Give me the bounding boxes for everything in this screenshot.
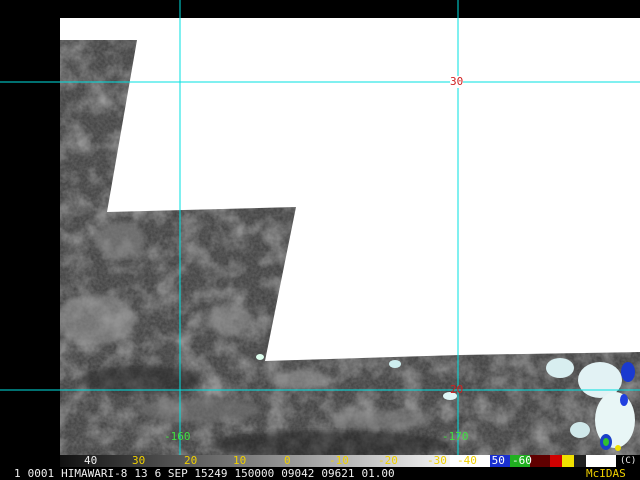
colorbar-label: 30 — [132, 454, 146, 467]
image-date: 6 SEP 15249 — [154, 467, 228, 480]
image-number: 09042 — [281, 467, 315, 480]
frame-number: 1 — [14, 467, 21, 480]
copyright-mark: (C) — [620, 456, 637, 466]
colorbar-label: -30 — [427, 454, 447, 467]
colorbar-label: -50 — [485, 454, 505, 467]
image-annotation-line: 1 0001 HIMAWARI-8 13 6 SEP 15249 150000 09042 0… — [14, 467, 640, 480]
image-time: 150000 — [234, 467, 275, 480]
colorbar-label: 40 — [84, 454, 98, 467]
latitude-label-20: 20 — [450, 383, 464, 396]
colorbar-label: 10 — [233, 454, 247, 467]
colorbar-label: -10 — [329, 454, 349, 467]
colorbar-label: 20 — [184, 454, 198, 467]
colorbar-label: -40 — [457, 454, 477, 467]
satellite-image-viewer: 30 20 -160 -170 40 30 20 10 0 -10 -20 -3… — [0, 0, 640, 480]
resolution: 01.00 — [361, 467, 395, 480]
sequence-number: 0001 — [27, 467, 55, 480]
element-number: 09621 — [321, 467, 355, 480]
longitude-label-170: -170 — [442, 430, 469, 443]
latitude-label-30: 30 — [450, 75, 464, 88]
band-number: 13 — [134, 467, 148, 480]
satellite-ir-image — [0, 0, 640, 455]
temperature-color-bar — [60, 455, 638, 467]
longitude-label-160: -160 — [164, 430, 191, 443]
colorbar-label: -20 — [378, 454, 398, 467]
software-label: McIDAS — [586, 467, 626, 480]
colorbar-label: 0 — [284, 454, 291, 467]
satellite-name: HIMAWARI-8 — [61, 467, 128, 480]
colorbar-label: -60 — [512, 454, 532, 467]
ir-data-layer — [60, 18, 640, 455]
